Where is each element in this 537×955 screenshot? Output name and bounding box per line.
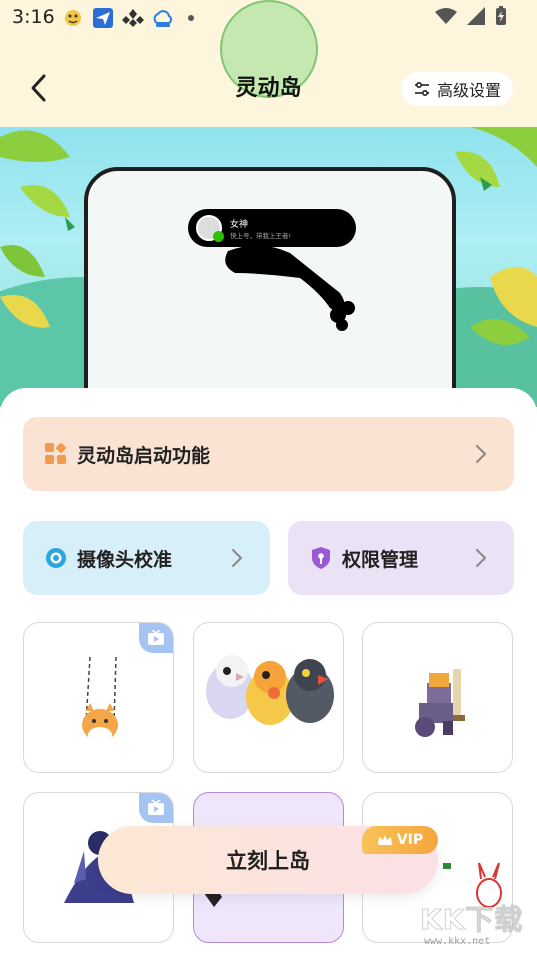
style-tile-knight[interactable] <box>362 622 513 773</box>
camera-lens-icon <box>46 548 66 568</box>
status-time: 3:16 <box>12 6 55 28</box>
style-tile-parrots[interactable] <box>193 622 344 773</box>
paper-plane-app-icon <box>92 7 114 29</box>
tv-icon <box>139 623 173 653</box>
signal-icon <box>467 7 485 29</box>
watermark: KK下载 www.kkx.net <box>419 898 530 954</box>
tv-icon <box>139 793 173 823</box>
advanced-settings-button[interactable]: 高级设置 <box>400 72 513 106</box>
watermark-url: www.kkx.net <box>424 936 491 947</box>
camera-calibration-card[interactable]: 摄像头校准 <box>23 521 270 595</box>
advanced-settings-label: 高级设置 <box>436 81 501 100</box>
launch-feature-card[interactable]: 灵动岛启动功能 <box>23 417 514 491</box>
watermark-brand: KK下载 <box>419 903 524 937</box>
app-notification-icon <box>62 7 84 29</box>
pixel-knight-sticker <box>415 669 465 737</box>
sliders-icon <box>414 81 429 97</box>
vip-label: VIP <box>396 832 424 848</box>
drag-scribble-icon <box>225 245 355 331</box>
three-parrots-sticker <box>206 655 334 725</box>
avatar <box>196 215 224 242</box>
crown-icon <box>377 835 392 845</box>
chevron-right-icon <box>476 445 487 463</box>
wifi-icon <box>435 7 457 29</box>
launch-feature-label: 灵动岛启动功能 <box>77 444 211 467</box>
phone-preview-frame: 女神 快上号，带我上王者! <box>84 167 456 407</box>
style-tile-dog-swing[interactable] <box>23 622 174 773</box>
grid-apps-icon <box>45 443 66 464</box>
status-left-icons <box>62 7 194 29</box>
go-on-island-label: 立刻上岛 <box>226 849 310 873</box>
notification-name: 女神 <box>230 219 249 230</box>
battery-charging-icon <box>495 6 507 30</box>
permission-management-card[interactable]: 权限管理 <box>288 521 514 595</box>
camera-calibration-label: 摄像头校准 <box>77 548 173 571</box>
vip-badge: VIP <box>362 826 438 854</box>
chevron-right-icon <box>232 549 243 567</box>
cloud-app-icon <box>152 7 174 29</box>
preview-banner: 女神 快上号，带我上王者! <box>0 127 537 407</box>
permission-management-label: 权限管理 <box>342 548 419 571</box>
status-right-icons <box>435 6 507 30</box>
more-notifications-dot <box>188 15 194 21</box>
diamond-app-icon <box>122 7 144 29</box>
chevron-right-icon <box>476 549 487 567</box>
shield-key-icon <box>312 547 330 569</box>
